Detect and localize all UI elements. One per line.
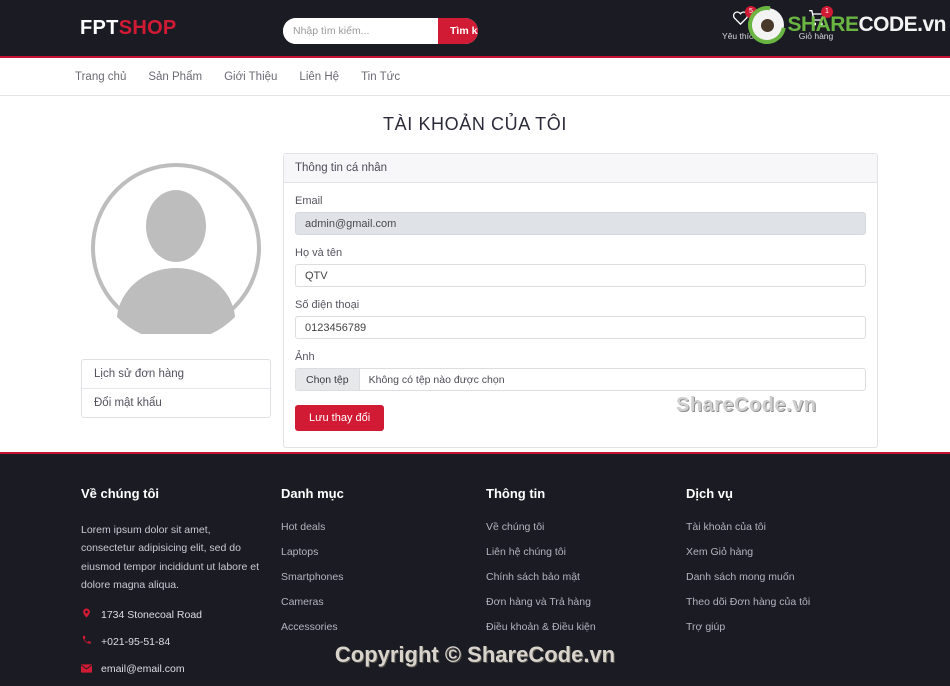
phone-field[interactable] (295, 316, 866, 339)
form-actions: Lưu thay đổi ShareCode.vn (295, 394, 866, 431)
phone-icon (81, 634, 92, 650)
nav-item-tin-tuc[interactable]: Tin Tức (361, 71, 400, 83)
choose-file-button[interactable]: Chọn tệp (296, 369, 360, 390)
footer-columns: Về chúng tôi Lorem ipsum dolor sit amet,… (0, 486, 950, 686)
nav-item-san-pham[interactable]: Sản Phẩm (148, 71, 202, 83)
cart-button[interactable]: 1 Giỏ hàng (794, 6, 838, 41)
logo-text-fpt: FPT (80, 17, 119, 39)
account-sidebar: Lịch sử đơn hàng Đổi mật khẩu (81, 153, 271, 448)
cart-badge: 1 (821, 6, 833, 18)
footer-column-info: Thông tin Về chúng tôi Liên hệ chúng tôi… (486, 486, 686, 686)
site-logo[interactable]: FPTSHOP (80, 17, 177, 40)
page-title: TÀI KHOẢN CỦA TÔI (383, 114, 567, 134)
footer-phone-text: +021-95-51-84 (101, 635, 171, 648)
footer-link-accessories[interactable]: Accessories (281, 621, 486, 633)
main-navigation: Trang chủ Sản Phẩm Giới Thiệu Liên Hệ Ti… (0, 58, 950, 96)
footer-about-title: Về chúng tôi (81, 486, 159, 501)
photo-file-input[interactable]: Chọn tệp Không có tệp nào được chọn (295, 368, 866, 391)
footer-link-view-cart[interactable]: Xem Giỏ hàng (686, 546, 886, 558)
cart-label: Giỏ hàng (798, 31, 834, 41)
footer-column-category: Danh mục Hot deals Laptops Smartphones C… (281, 486, 486, 686)
fullname-label: Họ và tên (295, 247, 343, 259)
footer-about-text: Lorem ipsum dolor sit amet, consectetur … (81, 524, 260, 592)
footer-address-text: 1734 Stonecoal Road (101, 608, 202, 621)
phone-label: Số điện thoại (295, 299, 360, 311)
footer-link-terms-conditions[interactable]: Điều khoản & Điều kiện (486, 621, 686, 633)
site-header: FPTSHOP Tìm kiếm 5 Yêu thích (0, 0, 950, 58)
file-status-text: Không có tệp nào được chọn (368, 373, 505, 386)
footer-column-service: Dịch vụ Tài khoản của tôi Xem Giỏ hàng D… (686, 486, 886, 686)
footer-link-about-us[interactable]: Về chúng tôi (486, 521, 686, 533)
search-button[interactable]: Tìm kiếm (438, 18, 478, 44)
footer-link-laptops[interactable]: Laptops (281, 546, 486, 558)
sidebar-item-change-password[interactable]: Đổi mật khẩu (82, 389, 270, 417)
footer-address: 1734 Stonecoal Road (81, 607, 281, 623)
footer-link-contact-us[interactable]: Liên hệ chúng tôi (486, 546, 686, 558)
wishlist-label: Yêu thích (722, 31, 758, 41)
wishlist-button[interactable]: 5 Yêu thích (718, 6, 762, 41)
nav-item-trang-chu[interactable]: Trang chủ (75, 71, 126, 83)
site-footer: Về chúng tôi Lorem ipsum dolor sit amet,… (0, 452, 950, 686)
footer-link-hot-deals[interactable]: Hot deals (281, 521, 486, 533)
personal-info-card: Thông tin cá nhân Email Họ và tên Số điệ… (283, 153, 878, 448)
nav-item-gioi-thieu[interactable]: Giới Thiệu (224, 71, 277, 83)
footer-link-cameras[interactable]: Cameras (281, 596, 486, 608)
search-bar: Tìm kiếm (283, 18, 478, 44)
email-field[interactable] (295, 212, 866, 235)
location-pin-icon (81, 607, 92, 623)
profile-panel: Thông tin cá nhân Email Họ và tên Số điệ… (283, 153, 878, 448)
watermark-logo-code: CODE (858, 13, 918, 36)
page-root: FPTSHOP Tìm kiếm 5 Yêu thích (0, 0, 950, 686)
footer-info-title: Thông tin (486, 486, 546, 501)
watermark-logo-vn: .vn (917, 13, 946, 36)
footer-service-title: Dịch vụ (686, 486, 733, 501)
header-actions: 5 Yêu thích 1 Giỏ hàng (718, 6, 838, 41)
avatar-placeholder-icon (91, 163, 261, 334)
footer-link-my-account[interactable]: Tài khoản của tôi (686, 521, 886, 533)
account-menu: Lịch sử đơn hàng Đổi mật khẩu (81, 359, 271, 418)
footer-link-privacy-policy[interactable]: Chính sách bảo mật (486, 571, 686, 583)
sidebar-item-order-history[interactable]: Lịch sử đơn hàng (82, 360, 270, 389)
footer-column-about: Về chúng tôi Lorem ipsum dolor sit amet,… (81, 486, 281, 686)
email-label: Email (295, 195, 323, 207)
footer-link-wishlist[interactable]: Danh sách mong muốn (686, 571, 886, 583)
card-body: Email Họ và tên Số điện thoại Ảnh Chọn t… (284, 183, 877, 447)
footer-email-text: email@email.com (101, 662, 185, 675)
watermark-inline: ShareCode.vn (676, 394, 817, 416)
wishlist-badge: 5 (745, 6, 757, 18)
footer-phone: +021-95-51-84 (81, 634, 281, 650)
logo-text-shop: SHOP (118, 17, 177, 39)
footer-link-help[interactable]: Trợ giúp (686, 621, 886, 633)
search-input[interactable] (283, 18, 438, 44)
main-content: Lịch sử đơn hàng Đổi mật khẩu Thông tin … (0, 135, 950, 448)
photo-label: Ảnh (295, 351, 315, 363)
nav-item-lien-he[interactable]: Liên Hệ (299, 71, 339, 83)
footer-email: email@email.com (81, 661, 281, 677)
fullname-field[interactable] (295, 264, 866, 287)
card-title: Thông tin cá nhân (284, 154, 877, 183)
footer-link-smartphones[interactable]: Smartphones (281, 571, 486, 583)
footer-category-title: Danh mục (281, 486, 344, 501)
envelope-icon (81, 661, 92, 677)
avatar (81, 153, 271, 343)
footer-link-track-order[interactable]: Theo dõi Đơn hàng của tôi (686, 596, 886, 608)
save-changes-button[interactable]: Lưu thay đổi (295, 405, 385, 431)
footer-link-orders-returns[interactable]: Đơn hàng và Trả hàng (486, 596, 686, 608)
